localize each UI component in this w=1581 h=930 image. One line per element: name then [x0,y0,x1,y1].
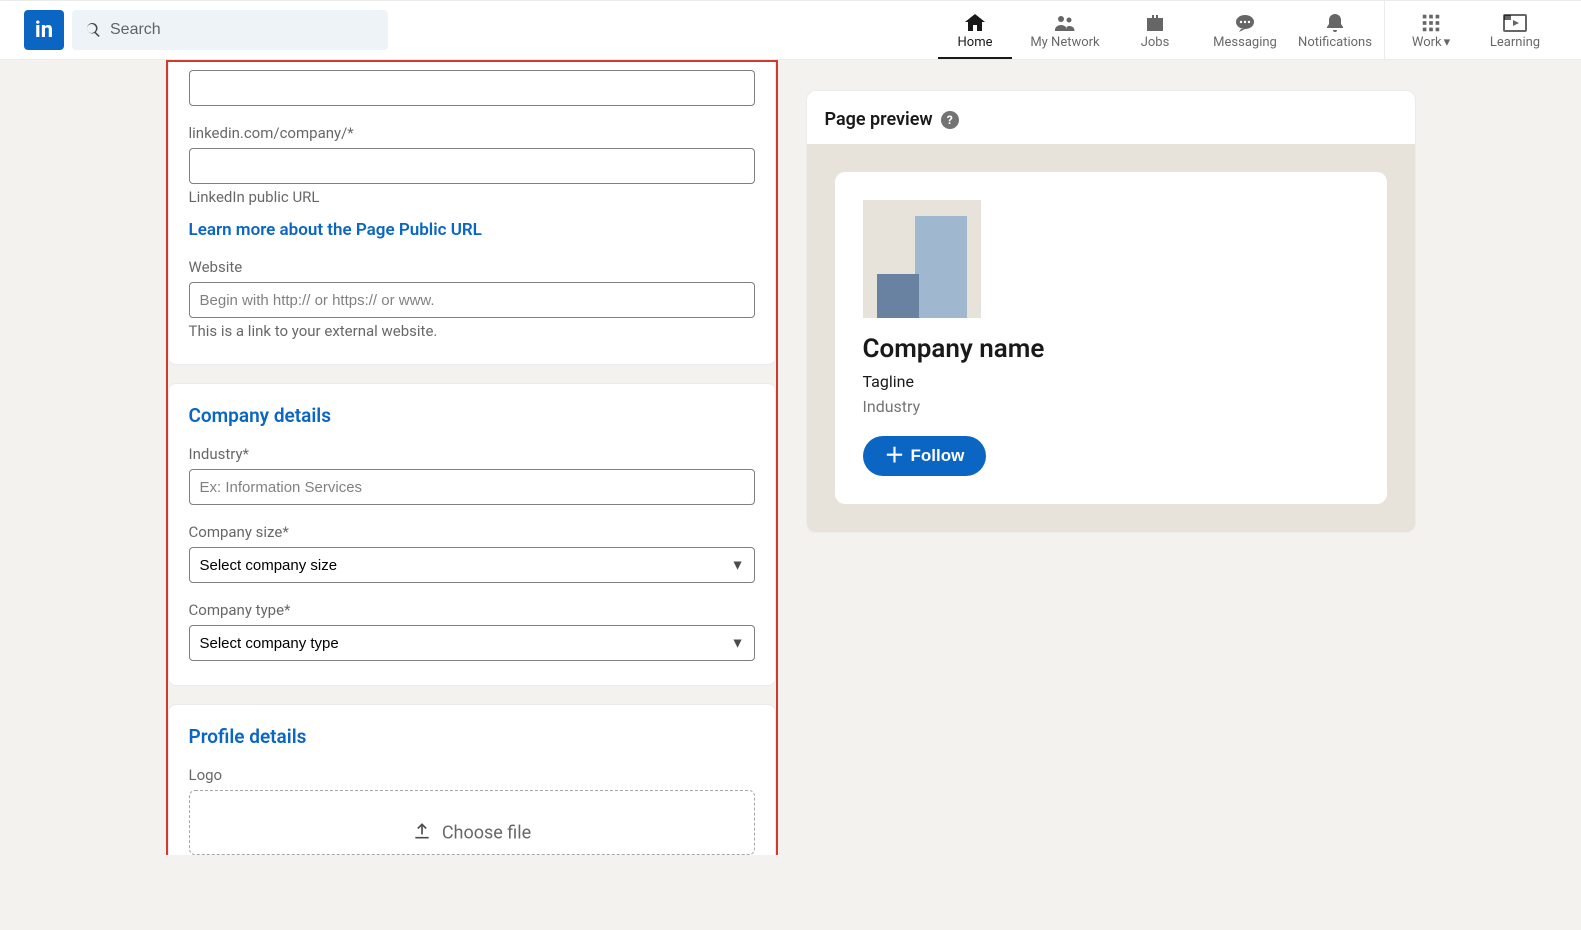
company-size-select[interactable] [189,547,755,583]
nav-label: Home [958,35,993,50]
profile-details-card: Profile details Logo Choose file [168,704,776,855]
learn-more-link[interactable]: Learn more about the Page Public URL [189,220,482,240]
nav-label: Work▾ [1412,35,1450,50]
preview-industry: Industry [863,397,1359,416]
website-help-text: This is a link to your external website. [189,322,755,340]
follow-button[interactable]: ＋ Follow [863,436,987,476]
plus-icon: ＋ [885,446,905,466]
industry-input[interactable] [189,469,755,505]
website-label: Website [189,258,755,276]
choose-file-label: Choose file [442,822,531,843]
company-name-input[interactable] [189,70,755,106]
top-nav: in Home My Network Jobs Messaging Notifi… [0,0,1581,60]
public-url-input[interactable] [189,148,755,184]
company-details-card: Company details Industry* Company size* … [168,383,776,686]
nav-learning[interactable]: Learning [1473,1,1557,59]
nav-jobs[interactable]: Jobs [1110,1,1200,59]
page-identity-card: linkedin.com/company/* LinkedIn public U… [168,62,776,365]
preview-body: Company name Tagline Industry ＋ Follow [807,144,1415,532]
search-icon [84,21,102,39]
nav-label: My Network [1030,35,1099,50]
nav-home[interactable]: Home [930,1,1020,59]
form-column: linkedin.com/company/* LinkedIn public U… [166,60,778,855]
highlighted-region: linkedin.com/company/* LinkedIn public U… [166,60,778,855]
nav-label: Notifications [1298,35,1372,50]
chat-icon [1233,11,1257,35]
grid-icon [1420,11,1442,35]
nav-items: Home My Network Jobs Messaging Notificat… [930,1,1557,59]
website-input[interactable] [189,282,755,318]
company-size-label: Company size* [189,523,755,541]
preview-column: Page preview ? Company name Tagline Indu… [806,60,1416,855]
search-input[interactable] [110,21,376,39]
page-preview-card: Page preview ? Company name Tagline Indu… [806,90,1416,533]
company-type-label: Company type* [189,601,755,619]
nav-notifications[interactable]: Notifications [1290,1,1380,59]
nav-label: Learning [1490,35,1540,50]
nav-label: Jobs [1141,35,1170,50]
learning-icon [1502,11,1528,35]
industry-label: Industry* [189,445,755,463]
profile-details-title: Profile details [189,725,755,748]
nav-separator [1384,1,1385,59]
company-type-select[interactable] [189,625,755,661]
url-help-text: LinkedIn public URL [189,188,755,206]
nav-work[interactable]: Work▾ [1389,1,1473,59]
page-body: linkedin.com/company/* LinkedIn public U… [0,60,1581,895]
home-icon [963,11,987,35]
preview-tagline: Tagline [863,372,1359,391]
company-details-title: Company details [189,404,755,427]
follow-label: Follow [911,446,965,466]
upload-icon [412,821,432,846]
briefcase-icon [1143,11,1167,35]
chevron-down-icon: ▾ [1444,35,1451,50]
logo-upload[interactable]: Choose file [189,790,755,855]
logo-placeholder [863,200,981,318]
bell-icon [1323,11,1347,35]
logo-label: Logo [189,766,755,784]
preview-company-name: Company name [863,334,1359,364]
nav-network[interactable]: My Network [1020,1,1110,59]
help-icon[interactable]: ? [941,111,959,129]
linkedin-logo[interactable]: in [24,10,64,50]
preview-inner: Company name Tagline Industry ＋ Follow [835,172,1387,504]
preview-title: Page preview [825,109,933,130]
search-box[interactable] [72,10,388,50]
preview-header: Page preview ? [807,91,1415,144]
nav-messaging[interactable]: Messaging [1200,1,1290,59]
nav-label: Messaging [1213,35,1277,50]
people-icon [1053,11,1077,35]
url-prefix-label: linkedin.com/company/* [189,124,755,142]
